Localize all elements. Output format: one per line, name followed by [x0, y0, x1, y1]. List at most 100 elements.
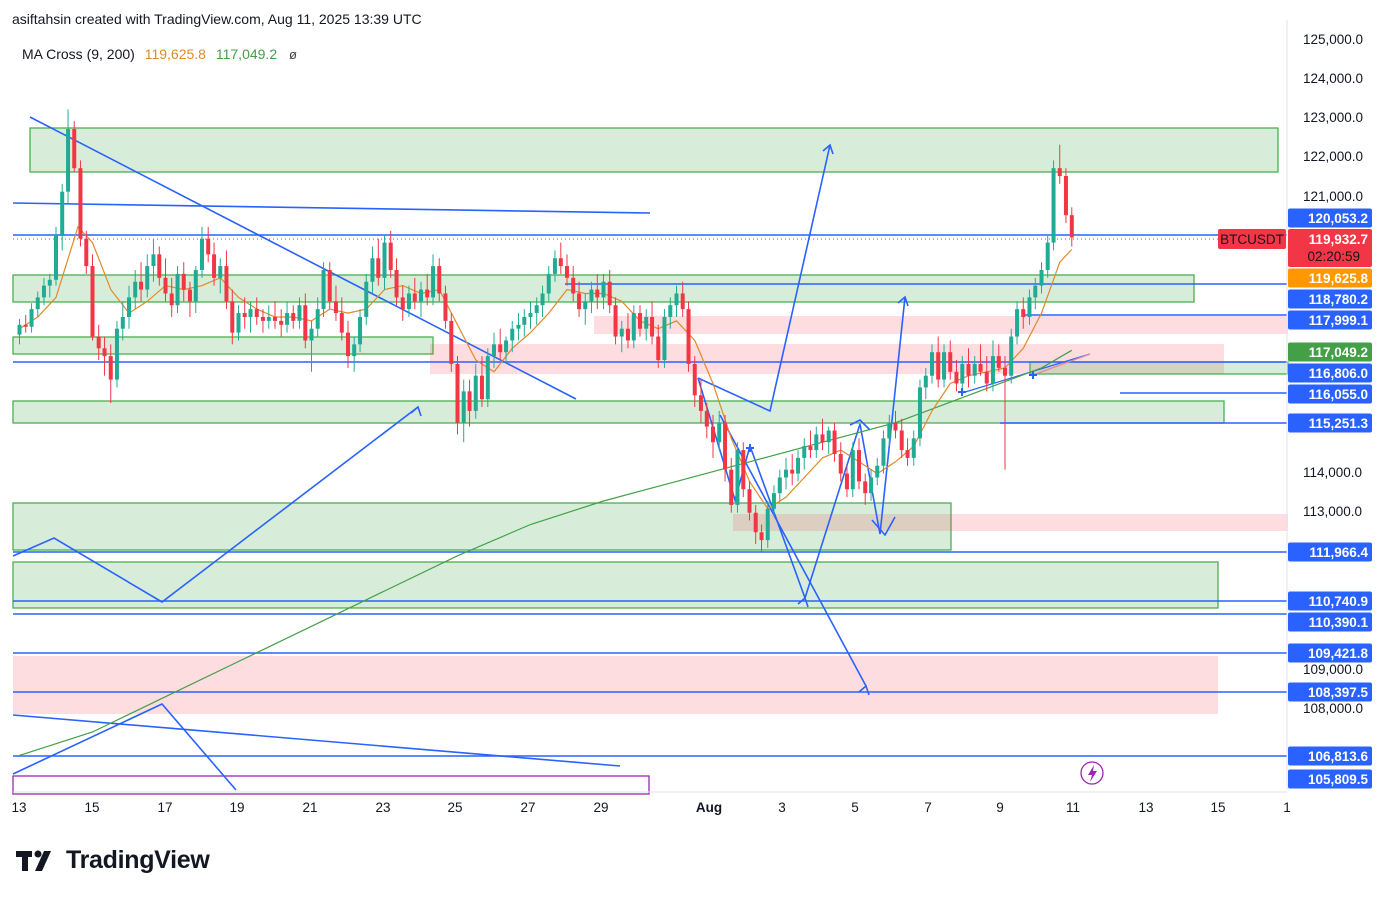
- price-chart[interactable]: 125,000.0 124,000.0 123,000.0 122,000.0 121,…: [0, 0, 1392, 830]
- candle-body: [930, 352, 934, 376]
- red-zone: [13, 656, 1218, 714]
- candle: [96, 324, 101, 361]
- price-label-value: 117,049.2: [1309, 345, 1368, 360]
- candle-body: [838, 453, 843, 474]
- candle: [273, 301, 277, 329]
- candle-body: [978, 363, 983, 372]
- candle-body: [163, 277, 168, 294]
- candle-body: [826, 430, 831, 443]
- price-label-value: 105,809.5: [1308, 772, 1369, 787]
- candle: [796, 450, 801, 482]
- candle-body: [729, 469, 734, 505]
- green-zone: [12, 336, 434, 355]
- candle-body: [461, 391, 466, 423]
- brand-name: TradingView: [66, 846, 210, 874]
- candle-body: [893, 422, 898, 431]
- candle-body: [187, 289, 192, 302]
- candle-body: [777, 477, 782, 494]
- candle: [522, 309, 527, 337]
- candle: [54, 226, 58, 286]
- candle: [558, 242, 563, 274]
- price-label-blue-line: 105,809.5: [1288, 769, 1372, 789]
- price-tick-label: 113,000.0: [1303, 504, 1362, 519]
- candle-body: [236, 313, 241, 333]
- candle-body: [996, 356, 1001, 368]
- tradingview-branding[interactable]: TradingView: [16, 846, 210, 875]
- candle-body: [546, 273, 551, 294]
- candle-body: [936, 352, 941, 380]
- price-label-blue-line: 111,966.4: [1288, 542, 1372, 562]
- candle-body: [133, 281, 138, 298]
- time-tick-label: 25: [447, 800, 462, 815]
- candle-body: [723, 422, 728, 470]
- time-tick-label: 13: [11, 800, 26, 815]
- candle-body: [285, 313, 290, 325]
- candle: [461, 379, 466, 443]
- candle: [193, 266, 198, 314]
- price-tick-label: 108,000.0: [1303, 701, 1363, 716]
- price-label-value: 119,932.7: [1309, 232, 1368, 247]
- candle: [66, 109, 71, 204]
- candle: [1015, 301, 1020, 345]
- candle: [881, 430, 886, 474]
- candle-body: [127, 297, 131, 317]
- candle-body: [692, 363, 697, 396]
- candle-body: [419, 289, 423, 302]
- price-label-blue-line: 106,813.6: [1288, 746, 1372, 766]
- price-label-value: 118,780.2: [1309, 292, 1368, 307]
- price-label-ma-slow: 117,049.2: [1288, 342, 1372, 362]
- candle-body: [449, 320, 454, 364]
- price-tick-label: 114,000.0: [1303, 465, 1362, 480]
- candle-body: [784, 469, 788, 478]
- candle-body: [638, 313, 642, 329]
- candle-body: [558, 258, 563, 267]
- candle: [114, 320, 119, 388]
- candle-body: [23, 324, 28, 327]
- candle: [455, 356, 460, 435]
- candle: [1051, 160, 1056, 251]
- price-tick-label: 124,000.0: [1303, 71, 1363, 86]
- candle: [206, 226, 211, 263]
- time-tick-label: 7: [924, 800, 932, 815]
- candle-body: [266, 316, 271, 321]
- candle-body: [741, 450, 746, 490]
- candle-body: [498, 344, 503, 353]
- candle: [826, 426, 831, 454]
- candle-body: [96, 336, 101, 349]
- candle-body: [717, 422, 722, 443]
- candle: [29, 303, 34, 333]
- candle-body: [346, 332, 350, 357]
- candle-body: [78, 168, 83, 239]
- price-label-value: 119,625.8: [1309, 271, 1369, 286]
- candle-body: [656, 336, 661, 361]
- price-label-value: 110,740.9: [1309, 594, 1368, 609]
- price-label-blue-line: 110,740.9: [1288, 591, 1372, 611]
- price-tick-label: 123,000.0: [1303, 110, 1363, 125]
- price-label-blue-line: 118,780.2: [1288, 289, 1372, 309]
- candle: [346, 320, 350, 368]
- candle-body: [352, 344, 357, 357]
- candle-body: [650, 316, 655, 337]
- candle-body: [759, 532, 764, 541]
- price-label-blue-line: 117,999.1: [1288, 310, 1372, 330]
- candle: [802, 438, 807, 470]
- candle-body: [339, 313, 344, 333]
- candle: [90, 254, 95, 341]
- candle-body: [857, 450, 861, 482]
- candle-body: [534, 305, 539, 314]
- candle-body: [297, 305, 302, 321]
- price-tick-label: 125,000.0: [1303, 32, 1363, 47]
- candle-body: [583, 301, 588, 310]
- candle-body: [552, 258, 557, 274]
- candle-body: [492, 344, 496, 357]
- candle-body: [1009, 336, 1014, 376]
- candle-body: [522, 316, 527, 325]
- candle-body: [17, 324, 22, 335]
- tradingview-logo-icon: [16, 850, 51, 871]
- candle: [78, 160, 83, 247]
- candle-body: [157, 254, 162, 278]
- candle: [1069, 207, 1074, 247]
- candle-body: [114, 328, 119, 380]
- price-label-value: 116,806.0: [1309, 366, 1368, 381]
- candle: [1045, 234, 1050, 278]
